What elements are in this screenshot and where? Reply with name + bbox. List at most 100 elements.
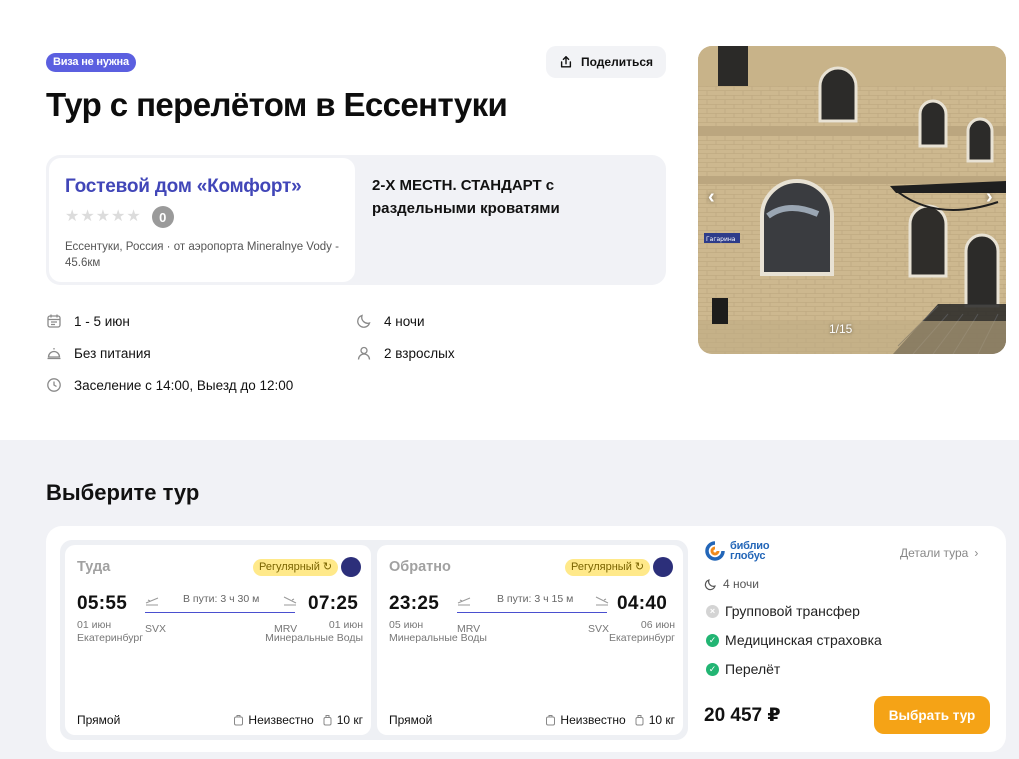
route-line — [457, 612, 607, 613]
info-checkin: Заселение с 14:00, Выезд до 12:00 — [46, 377, 293, 393]
baggage-icon — [635, 715, 644, 726]
excluded-icon: × — [706, 604, 719, 618]
check-icon: ✓ — [706, 662, 719, 676]
check-icon: ✓ — [706, 633, 719, 647]
photo-prev-arrow[interactable]: ‹ — [708, 186, 715, 209]
operator-logo: библио глобус — [704, 540, 770, 562]
baggage-info: Неизвестно 10 кг — [545, 713, 675, 727]
hand-luggage-icon — [234, 715, 244, 726]
feature-label: Медицинская страховка — [725, 632, 882, 648]
arrive-time: 07:25 — [308, 593, 359, 614]
guests-text: 2 взрослых — [384, 345, 455, 361]
info-guests: 2 взрослых — [356, 345, 455, 361]
clock-icon — [47, 378, 61, 392]
section-title: Выберите тур — [46, 480, 200, 505]
feature-item: ✓ Медицинская страховка — [706, 632, 882, 648]
operator-name-2: глобус — [730, 550, 766, 562]
history-icon: ↻ — [634, 561, 645, 573]
checkin-text: Заселение с 14:00, Выезд до 12:00 — [74, 377, 294, 393]
hand-luggage-text: Неизвестно — [248, 713, 314, 727]
meal-text: Без питания — [74, 345, 151, 361]
arrive-city: Екатеринбург — [608, 632, 675, 644]
leg-title: Туда — [77, 559, 111, 575]
photo-counter: 1/15 — [829, 322, 853, 336]
moon-icon — [357, 314, 371, 328]
depart-time: 23:25 — [389, 593, 440, 614]
history-icon: ↻ — [322, 561, 333, 573]
flight-duration: В пути: 3 ч 15 м — [497, 593, 574, 605]
flight-type: Прямой — [389, 713, 433, 727]
room-type: 2-Х МЕСТН. СТАНДАРТ с раздельными кроват… — [372, 177, 560, 217]
baggage-info: Неизвестно 10 кг — [233, 713, 363, 727]
leg-title: Обратно — [389, 559, 451, 575]
photo-next-arrow[interactable]: › — [986, 186, 993, 209]
hotel-photo[interactable]: Гагарина ‹ › 1/15 — [698, 46, 1006, 354]
info-dates: 1 - 5 июн — [46, 313, 130, 329]
hand-luggage-text: Неизвестно — [560, 713, 626, 727]
arrive-date: 01 июн — [328, 619, 363, 631]
feature-label: Групповой трансфер — [725, 603, 860, 619]
share-button[interactable]: Поделиться — [546, 46, 666, 78]
arrive-city: Минеральные Воды — [265, 632, 363, 644]
hotel-info-block: Гостевой дом «Комфорт» ★ ★ ★ ★ ★ 0 Ессен… — [46, 155, 666, 285]
airline-logo — [653, 557, 673, 577]
share-label: Поделиться — [580, 55, 654, 69]
street-sign-text: Гагарина — [706, 236, 736, 243]
tour-details-link[interactable]: Детали тура › — [900, 546, 978, 560]
depart-city: Минеральные Воды — [389, 632, 487, 644]
info-meal: Без питания — [46, 345, 151, 361]
hotel-stars: ★ ★ ★ ★ ★ 0 — [65, 206, 339, 228]
tour-header-section: Виза не нужна Поделиться Тур с перелётом… — [0, 0, 1019, 440]
regular-badge-label: Регулярный — [571, 561, 632, 573]
tour-selection-section: Выберите тур Туда Регулярный ↻ 05:55 В п… — [0, 440, 1019, 759]
arrive-date: 06 июн — [640, 619, 675, 631]
return-flight[interactable]: Обратно Регулярный ↻ 23:25 В пути: 3 ч 1… — [377, 545, 683, 735]
feature-item: ✓ Перелёт — [706, 661, 780, 677]
airline-logo — [341, 557, 361, 577]
arrive-time: 04:40 — [617, 593, 668, 614]
baggage-weight: 10 кг — [336, 713, 363, 727]
share-icon — [560, 56, 572, 68]
takeoff-icon — [145, 597, 159, 606]
baggage-icon — [323, 715, 332, 726]
tour-card: Туда Регулярный ↻ 05:55 В пути: 3 ч 30 м… — [46, 526, 1006, 752]
star-icon: ★ — [126, 208, 141, 225]
depart-date: 05 июн — [389, 619, 424, 631]
food-cloche-icon — [47, 348, 61, 360]
flights-block: Туда Регулярный ↻ 05:55 В пути: 3 ч 30 м… — [60, 540, 688, 740]
feature-item: × Групповой трансфер — [706, 603, 860, 619]
hotel-name-link[interactable]: Гостевой дом «Комфорт» — [65, 176, 339, 198]
tour-details-label: Детали тура — [900, 546, 969, 560]
info-nights: 4 ночи — [356, 313, 425, 329]
page-title: Тур с перелётом в Ессентуки — [46, 86, 508, 123]
outbound-flight[interactable]: Туда Регулярный ↻ 05:55 В пути: 3 ч 30 м… — [65, 545, 371, 735]
hotel-building-image: Гагарина — [698, 46, 1006, 354]
calendar-icon — [47, 314, 61, 328]
regular-badge: Регулярный ↻ — [565, 559, 651, 576]
star-icon: ★ — [111, 208, 126, 225]
landing-icon — [283, 596, 297, 606]
visa-badge: Виза не нужна — [46, 53, 136, 72]
landing-icon — [595, 596, 609, 606]
baggage-weight: 10 кг — [648, 713, 675, 727]
person-icon — [357, 346, 371, 360]
depart-date: 01 июн — [77, 619, 112, 631]
operator-swirl-icon — [705, 541, 725, 561]
takeoff-icon — [457, 597, 471, 606]
select-tour-button[interactable]: Выбрать тур — [874, 696, 990, 734]
nights-text: 4 ночи — [384, 313, 425, 329]
depart-city: Екатеринбург — [77, 632, 144, 644]
chevron-right-icon: › — [974, 546, 979, 560]
depart-airport-code: SVX — [145, 623, 167, 635]
tour-nights-text: 4 ночи — [723, 577, 759, 591]
feature-label: Перелёт — [725, 661, 781, 677]
route-line — [145, 612, 295, 613]
dates-text: 1 - 5 июн — [74, 313, 130, 329]
star-icon: ★ — [80, 208, 95, 225]
regular-badge: Регулярный ↻ — [253, 559, 339, 576]
hand-luggage-icon — [546, 715, 556, 726]
flight-duration: В пути: 3 ч 30 м — [183, 593, 260, 605]
arrive-airport-code: SVX — [588, 623, 610, 635]
moon-icon — [704, 578, 716, 590]
depart-time: 05:55 — [77, 593, 128, 614]
